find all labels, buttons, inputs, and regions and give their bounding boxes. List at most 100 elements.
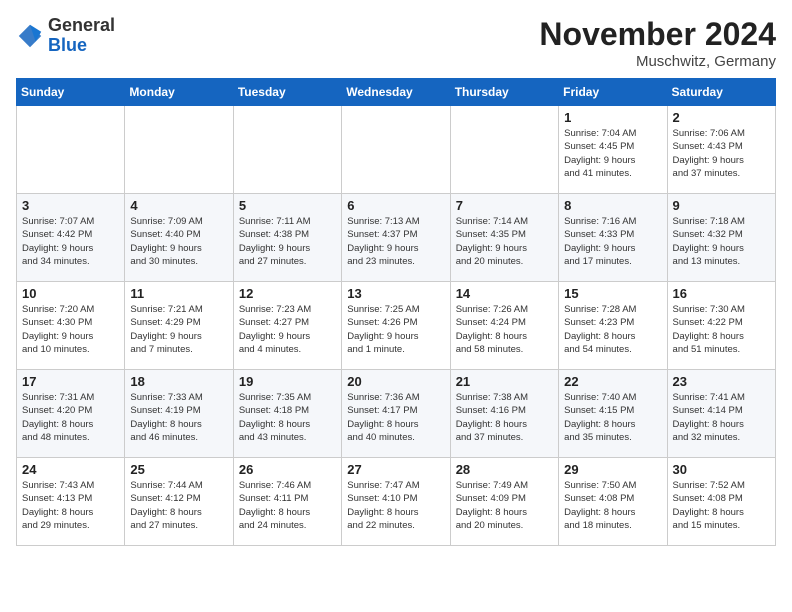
month-title: November 2024 — [539, 16, 776, 53]
calendar-day: 11 Sunrise: 7:21 AM Sunset: 4:29 PM Dayli… — [125, 282, 233, 370]
weekday-header: Tuesday — [233, 79, 341, 106]
day-info: Sunrise: 7:49 AM Sunset: 4:09 PM Dayligh… — [456, 479, 553, 532]
calendar-day: 17 Sunrise: 7:31 AM Sunset: 4:20 PM Dayli… — [17, 370, 125, 458]
page-header: General Blue November 2024 Muschwitz, Ge… — [16, 16, 776, 70]
day-number: 11 — [130, 286, 227, 301]
calendar-day: 20 Sunrise: 7:36 AM Sunset: 4:17 PM Dayli… — [342, 370, 450, 458]
day-info: Sunrise: 7:16 AM Sunset: 4:33 PM Dayligh… — [564, 215, 661, 268]
day-number: 27 — [347, 462, 444, 477]
calendar-day: 6 Sunrise: 7:13 AM Sunset: 4:37 PM Daylig… — [342, 194, 450, 282]
logo-icon — [16, 22, 44, 50]
day-info: Sunrise: 7:41 AM Sunset: 4:14 PM Dayligh… — [673, 391, 770, 444]
calendar-day: 19 Sunrise: 7:35 AM Sunset: 4:18 PM Dayli… — [233, 370, 341, 458]
day-number: 7 — [456, 198, 553, 213]
logo-general-text: General — [48, 15, 115, 35]
calendar-day: 27 Sunrise: 7:47 AM Sunset: 4:10 PM Dayli… — [342, 458, 450, 546]
day-info: Sunrise: 7:30 AM Sunset: 4:22 PM Dayligh… — [673, 303, 770, 356]
day-info: Sunrise: 7:11 AM Sunset: 4:38 PM Dayligh… — [239, 215, 336, 268]
day-number: 10 — [22, 286, 119, 301]
day-info: Sunrise: 7:50 AM Sunset: 4:08 PM Dayligh… — [564, 479, 661, 532]
day-number: 13 — [347, 286, 444, 301]
day-number: 22 — [564, 374, 661, 389]
weekday-header: Saturday — [667, 79, 775, 106]
calendar-day: 7 Sunrise: 7:14 AM Sunset: 4:35 PM Daylig… — [450, 194, 558, 282]
day-number: 20 — [347, 374, 444, 389]
day-number: 24 — [22, 462, 119, 477]
day-info: Sunrise: 7:47 AM Sunset: 4:10 PM Dayligh… — [347, 479, 444, 532]
day-info: Sunrise: 7:33 AM Sunset: 4:19 PM Dayligh… — [130, 391, 227, 444]
calendar-day: 9 Sunrise: 7:18 AM Sunset: 4:32 PM Daylig… — [667, 194, 775, 282]
location: Muschwitz, Germany — [539, 53, 776, 70]
day-number: 26 — [239, 462, 336, 477]
day-info: Sunrise: 7:14 AM Sunset: 4:35 PM Dayligh… — [456, 215, 553, 268]
day-info: Sunrise: 7:18 AM Sunset: 4:32 PM Dayligh… — [673, 215, 770, 268]
day-info: Sunrise: 7:52 AM Sunset: 4:08 PM Dayligh… — [673, 479, 770, 532]
empty-day — [233, 106, 341, 194]
day-info: Sunrise: 7:36 AM Sunset: 4:17 PM Dayligh… — [347, 391, 444, 444]
weekday-header: Thursday — [450, 79, 558, 106]
logo-blue-text: Blue — [48, 35, 87, 55]
calendar-day: 21 Sunrise: 7:38 AM Sunset: 4:16 PM Dayli… — [450, 370, 558, 458]
logo: General Blue — [16, 16, 115, 56]
calendar-day: 3 Sunrise: 7:07 AM Sunset: 4:42 PM Daylig… — [17, 194, 125, 282]
calendar-day: 8 Sunrise: 7:16 AM Sunset: 4:33 PM Daylig… — [559, 194, 667, 282]
day-info: Sunrise: 7:38 AM Sunset: 4:16 PM Dayligh… — [456, 391, 553, 444]
day-number: 1 — [564, 110, 661, 125]
day-number: 18 — [130, 374, 227, 389]
calendar-day: 29Sunrise: 7:50 AM Sunset: 4:08 PM Dayli… — [559, 458, 667, 546]
empty-day — [342, 106, 450, 194]
day-number: 25 — [130, 462, 227, 477]
day-number: 14 — [456, 286, 553, 301]
day-info: Sunrise: 7:31 AM Sunset: 4:20 PM Dayligh… — [22, 391, 119, 444]
calendar-day: 15Sunrise: 7:28 AM Sunset: 4:23 PM Dayli… — [559, 282, 667, 370]
day-number: 30 — [673, 462, 770, 477]
calendar-day: 22 Sunrise: 7:40 AM Sunset: 4:15 PM Dayli… — [559, 370, 667, 458]
day-number: 3 — [22, 198, 119, 213]
day-number: 2 — [673, 110, 770, 125]
day-info: Sunrise: 7:21 AM Sunset: 4:29 PM Dayligh… — [130, 303, 227, 356]
calendar-day: 25 Sunrise: 7:44 AM Sunset: 4:12 PM Dayli… — [125, 458, 233, 546]
day-info: Sunrise: 7:25 AM Sunset: 4:26 PM Dayligh… — [347, 303, 444, 356]
day-info: Sunrise: 7:40 AM Sunset: 4:15 PM Dayligh… — [564, 391, 661, 444]
day-info: Sunrise: 7:13 AM Sunset: 4:37 PM Dayligh… — [347, 215, 444, 268]
day-number: 19 — [239, 374, 336, 389]
calendar-day: 14 Sunrise: 7:26 AM Sunset: 4:24 PM Dayli… — [450, 282, 558, 370]
day-number: 16 — [673, 286, 770, 301]
calendar-day: 16 Sunrise: 7:30 AM Sunset: 4:22 PM Dayli… — [667, 282, 775, 370]
calendar-day: 30 Sunrise: 7:52 AM Sunset: 4:08 PM Dayli… — [667, 458, 775, 546]
day-info: Sunrise: 7:06 AM Sunset: 4:43 PM Dayligh… — [673, 127, 770, 180]
day-info: Sunrise: 7:07 AM Sunset: 4:42 PM Dayligh… — [22, 215, 119, 268]
empty-day — [125, 106, 233, 194]
day-number: 4 — [130, 198, 227, 213]
day-info: Sunrise: 7:43 AM Sunset: 4:13 PM Dayligh… — [22, 479, 119, 532]
day-info: Sunrise: 7:35 AM Sunset: 4:18 PM Dayligh… — [239, 391, 336, 444]
day-info: Sunrise: 7:09 AM Sunset: 4:40 PM Dayligh… — [130, 215, 227, 268]
day-number: 12 — [239, 286, 336, 301]
day-info: Sunrise: 7:20 AM Sunset: 4:30 PM Dayligh… — [22, 303, 119, 356]
empty-day — [450, 106, 558, 194]
calendar-day: 13 Sunrise: 7:25 AM Sunset: 4:26 PM Dayli… — [342, 282, 450, 370]
calendar-table: SundayMondayTuesdayWednesdayThursdayFrid… — [16, 78, 776, 546]
day-number: 8 — [564, 198, 661, 213]
day-number: 15 — [564, 286, 661, 301]
day-number: 23 — [673, 374, 770, 389]
day-info: Sunrise: 7:23 AM Sunset: 4:27 PM Dayligh… — [239, 303, 336, 356]
calendar-day: 10 Sunrise: 7:20 AM Sunset: 4:30 PM Dayli… — [17, 282, 125, 370]
calendar-day: 28Sunrise: 7:49 AM Sunset: 4:09 PM Dayli… — [450, 458, 558, 546]
day-number: 9 — [673, 198, 770, 213]
calendar-day: 24 Sunrise: 7:43 AM Sunset: 4:13 PM Dayli… — [17, 458, 125, 546]
calendar-day: 18 Sunrise: 7:33 AM Sunset: 4:19 PM Dayli… — [125, 370, 233, 458]
calendar-day: 23 Sunrise: 7:41 AM Sunset: 4:14 PM Dayli… — [667, 370, 775, 458]
empty-day — [17, 106, 125, 194]
calendar-day: 26 Sunrise: 7:46 AM Sunset: 4:11 PM Dayli… — [233, 458, 341, 546]
weekday-header: Monday — [125, 79, 233, 106]
day-info: Sunrise: 7:44 AM Sunset: 4:12 PM Dayligh… — [130, 479, 227, 532]
title-block: November 2024 Muschwitz, Germany — [539, 16, 776, 70]
day-number: 21 — [456, 374, 553, 389]
day-number: 6 — [347, 198, 444, 213]
calendar-day: 5Sunrise: 7:11 AM Sunset: 4:38 PM Daylig… — [233, 194, 341, 282]
weekday-header: Friday — [559, 79, 667, 106]
day-info: Sunrise: 7:46 AM Sunset: 4:11 PM Dayligh… — [239, 479, 336, 532]
day-number: 17 — [22, 374, 119, 389]
day-info: Sunrise: 7:26 AM Sunset: 4:24 PM Dayligh… — [456, 303, 553, 356]
